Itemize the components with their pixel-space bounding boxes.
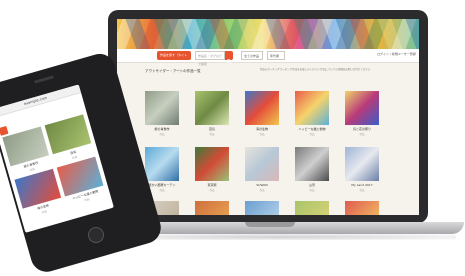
artwork-title[interactable]: 百鳥: [195, 127, 229, 131]
artwork-thumbnail[interactable]: [245, 201, 279, 215]
artwork-title[interactable]: SUWAN: [245, 183, 279, 187]
artwork-title[interactable]: 海の生物: [245, 127, 279, 131]
artwork-thumbnail[interactable]: [295, 201, 329, 215]
artwork-thumbnail[interactable]: [345, 91, 379, 125]
artwork-grid: 紙の肖像作 作品 百鳥 作品 海の生物 作品 ハッピーな猫と動物 作品 鳥と花の祭り 作品 暖かい部…: [117, 19, 419, 215]
artwork-meta: 作品: [359, 189, 365, 192]
artwork-thumbnail[interactable]: [345, 201, 379, 215]
artwork-title[interactable]: 山景: [295, 183, 329, 187]
artwork-meta: 作品: [309, 133, 315, 136]
artwork-thumbnail[interactable]: [245, 147, 279, 181]
artwork-title[interactable]: 紙の肖像作: [145, 127, 179, 131]
artwork-meta: 作品: [259, 189, 265, 192]
artwork-thumbnail[interactable]: [295, 91, 329, 125]
artwork-title[interactable]: My Land 2017: [345, 183, 379, 187]
laptop-screen: 作品を探す（タイトル） 作品名・タグなどで検索 全ての作品 年代順 ログイン /…: [117, 19, 419, 215]
artwork-thumbnail[interactable]: [195, 201, 229, 215]
artwork-title[interactable]: 東京駅: [195, 183, 229, 187]
artwork-meta: 作品: [259, 133, 265, 136]
laptop-notch: [245, 222, 295, 227]
artwork-title[interactable]: 鳥と花の祭り: [345, 127, 379, 131]
artwork-thumbnail[interactable]: [145, 147, 179, 181]
artwork-meta: 作品: [159, 133, 165, 136]
phone-home-button[interactable]: [88, 227, 104, 243]
artwork-meta: 作品: [209, 133, 215, 136]
artwork-thumbnail[interactable]: [245, 91, 279, 125]
artwork-meta: 作品: [309, 189, 315, 192]
artwork-meta: 作品: [209, 189, 215, 192]
artwork-thumbnail[interactable]: [195, 91, 229, 125]
artwork-thumbnail[interactable]: [295, 147, 329, 181]
artwork-thumbnail[interactable]: [145, 91, 179, 125]
artwork-title[interactable]: ハッピーな猫と動物: [295, 127, 329, 131]
artwork-thumbnail[interactable]: [345, 147, 379, 181]
artwork-title[interactable]: 暖かい部屋カーテン: [145, 183, 179, 187]
artwork-meta: 作品: [359, 133, 365, 136]
artwork-thumbnail[interactable]: [195, 147, 229, 181]
